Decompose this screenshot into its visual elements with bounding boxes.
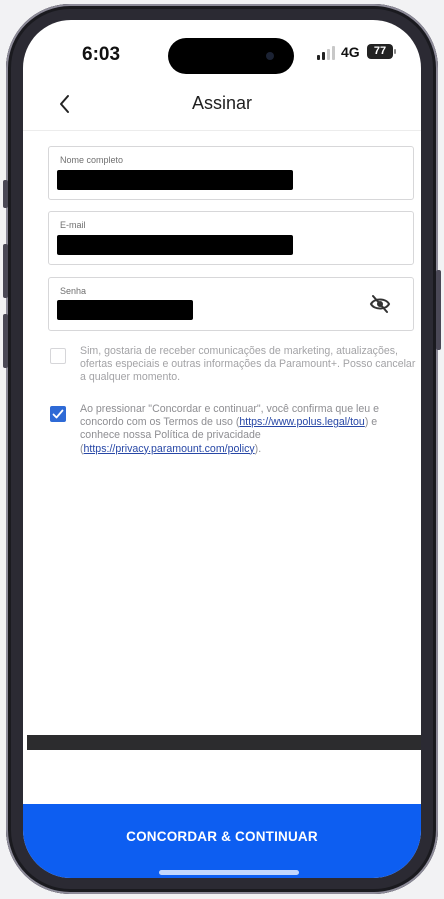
app-screen: 6:03 4G 77 Assinar Nome completo E-mail …	[23, 20, 421, 878]
full-name-value-redacted	[57, 170, 293, 190]
content-spacer	[23, 478, 421, 733]
silent-switch	[3, 180, 8, 208]
email-value-redacted	[57, 235, 293, 255]
agree-continue-button[interactable]: CONCORDAR & CONTINUAR	[23, 804, 421, 878]
marketing-consent-text: Sim, gostaria de receber comunicações de…	[80, 345, 416, 384]
email-label: E-mail	[60, 220, 86, 230]
battery-tip	[394, 49, 396, 54]
password-field[interactable]: Senha	[48, 277, 414, 331]
power-button	[436, 270, 441, 350]
volume-down-button	[3, 314, 8, 368]
battery-icon: 77	[367, 44, 393, 59]
terms-checkbox[interactable]	[50, 406, 66, 422]
dynamic-island	[168, 38, 294, 74]
checkmark-icon	[52, 409, 64, 419]
full-name-label: Nome completo	[60, 155, 124, 165]
terms-consent: Ao pressionar "Concordar e continuar", v…	[48, 403, 418, 463]
password-label: Senha	[60, 286, 87, 296]
signal-strength-icon	[317, 46, 335, 60]
terms-consent-text: Ao pressionar "Concordar e continuar", v…	[80, 403, 418, 456]
divider-bar	[27, 735, 421, 750]
marketing-checkbox[interactable]	[50, 348, 66, 364]
nav-header: Assinar	[23, 80, 421, 131]
email-field[interactable]: E-mail	[48, 211, 414, 265]
eye-off-icon[interactable]	[369, 294, 391, 314]
page-title: Assinar	[191, 93, 253, 113]
password-value-redacted	[57, 300, 193, 320]
full-name-field[interactable]: Nome completo	[48, 146, 414, 200]
network-type: 4G	[341, 44, 360, 60]
marketing-consent: Sim, gostaria de receber comunicações de…	[48, 345, 418, 395]
terms-of-use-link[interactable]: https://www.polus.legal/tou	[239, 416, 364, 428]
status-time: 6:03	[82, 44, 121, 65]
privacy-policy-link[interactable]: https://privacy.paramount.com/policy	[84, 443, 255, 455]
status-bar: 6:03 4G 77	[23, 20, 421, 80]
home-indicator	[159, 870, 299, 875]
terms-text-part-3: ).	[254, 442, 262, 455]
volume-up-button	[3, 244, 8, 298]
